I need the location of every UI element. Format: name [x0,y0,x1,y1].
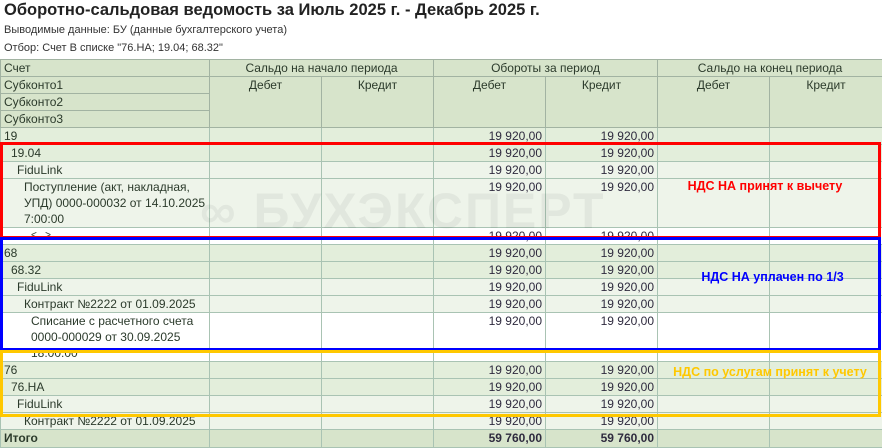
header-account: Счет [1,60,210,77]
header-closing-debit: Дебет [658,77,770,128]
header-closing-credit: Кредит [770,77,882,128]
annotation-red: НДС НА принят к вычету [680,176,850,197]
header-opening-debit: Дебет [210,77,322,128]
header-subconto2: Субконто2 [1,94,210,111]
total-closing-debit [658,430,770,448]
header-opening-credit: Кредит [322,77,434,128]
header-turnover-debit: Дебет [434,77,546,128]
total-row: Итого 59 760,0059 760,00 [1,430,882,448]
report-title: Оборотно-сальдовая ведомость за Июль 202… [4,1,540,20]
total-turnover-debit: 59 760,00 [434,430,546,448]
annotation-blue: НДС НА уплачен по 1/3 [680,267,865,288]
total-closing-credit [770,430,882,448]
output-data-label: Выводимые данные: БУ (данные бухгалтерск… [4,24,287,36]
header-turnover: Обороты за период [434,60,658,77]
total-opening-credit [322,430,434,448]
annotation-box-blue [0,237,881,351]
total-label: Итого [1,430,210,448]
total-opening-debit [210,430,322,448]
annotation-box-yellow [0,350,881,417]
header-subconto1: Субконто1 [1,77,210,94]
header-turnover-credit: Кредит [546,77,658,128]
filter-label: Отбор: Счет В списке "76.НА; 19.04; 68.3… [4,42,223,54]
annotation-yellow: НДС по услугам принят к учету [670,362,870,383]
total-turnover-credit: 59 760,00 [546,430,658,448]
header-opening-balance: Сальдо на начало периода [210,60,434,77]
header-closing-balance: Сальдо на конец периода [658,60,882,77]
header-subconto3: Субконто3 [1,111,210,128]
